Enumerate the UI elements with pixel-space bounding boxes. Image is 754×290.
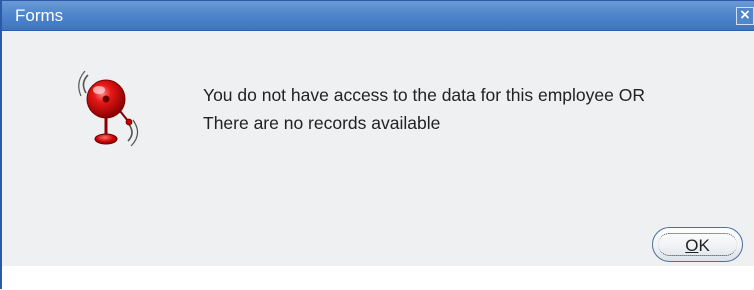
alarm-bell-icon [78, 70, 139, 147]
ok-button-label: OK [653, 236, 742, 255]
error-message: You do not have access to the data for t… [203, 81, 754, 137]
window-bottom-edge [2, 266, 754, 290]
message-line-2: There are no records available [203, 113, 441, 133]
ok-button[interactable]: OK [652, 227, 743, 262]
window-title: Forms [15, 6, 64, 25]
title-bar[interactable]: Forms × [2, 1, 754, 31]
message-line-1: You do not have access to the data for t… [203, 85, 645, 105]
ok-mnemonic: O [685, 236, 699, 255]
forms-dialog: Forms × You do not have access to the da… [0, 0, 754, 290]
close-icon[interactable]: × [736, 7, 754, 25]
ok-label-rest: K [698, 236, 710, 255]
